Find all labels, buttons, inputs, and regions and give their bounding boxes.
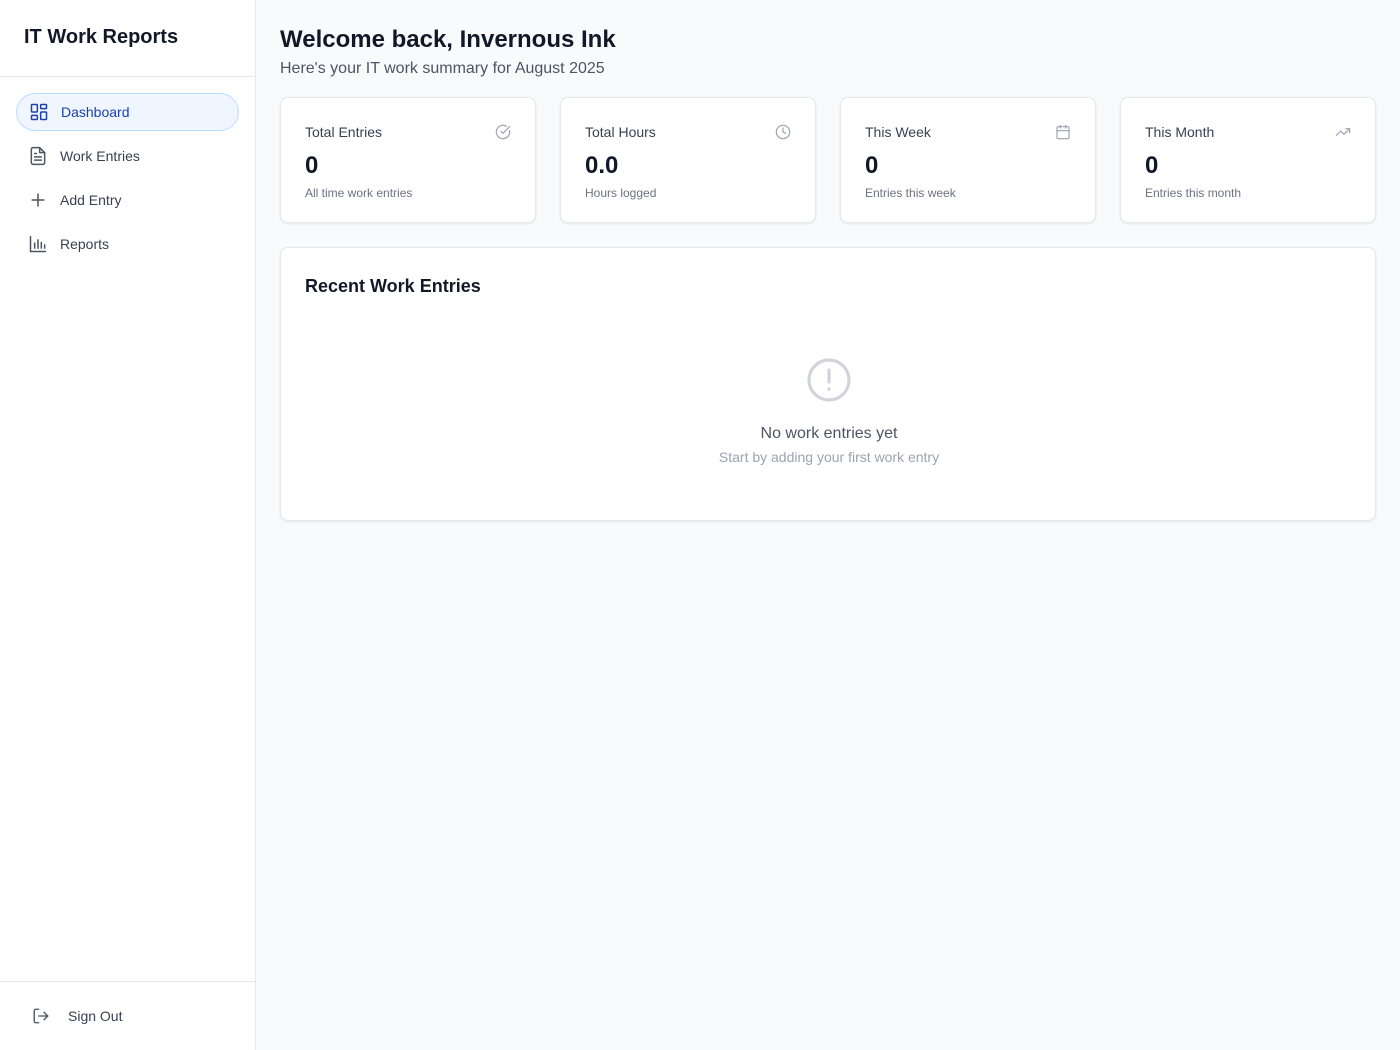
file-text-icon [28,146,48,166]
stat-card-this-week: This Week 0 Entries this week [840,97,1096,223]
check-circle-icon [495,124,511,140]
alert-circle-icon [805,356,853,409]
stat-desc: Entries this month [1145,186,1242,200]
sign-out-button[interactable]: Sign Out [32,1007,122,1025]
main-content: Welcome back, Invernous Ink Here's your … [280,0,1376,521]
stat-desc: All time work entries [305,186,413,200]
stat-title: Total Hours [585,124,656,140]
stat-value: 0 [1145,152,1159,179]
stat-desc: Entries this week [865,186,956,200]
stat-value: 0.0 [585,152,619,179]
stat-card-total-hours: Total Hours 0.0 Hours logged [560,97,816,223]
stat-desc: Hours logged [585,186,657,200]
empty-state-subtitle: Start by adding your first work entry [718,449,940,465]
bar-chart-icon [28,234,48,254]
stat-card-total-entries: Total Entries 0 All time work entries [280,97,536,223]
stat-value: 0 [865,152,879,179]
stat-card-this-month: This Month 0 Entries this month [1120,97,1376,223]
page-title: Welcome back, Invernous Ink [280,26,616,53]
plus-icon [28,190,48,210]
sidebar-item-label: Add Entry [60,192,122,208]
sidebar-item-label: Work Entries [60,148,140,164]
dashboard-icon [29,102,49,122]
recent-entries-panel: Recent Work Entries No work entries yet … [280,247,1376,521]
calendar-icon [1055,124,1071,140]
stat-title: Total Entries [305,124,383,140]
sidebar-footer: Sign Out [0,981,255,1050]
page-subtitle: Here's your IT work summary for August 2… [280,60,605,77]
stat-value: 0 [305,152,319,179]
sidebar-item-label: Dashboard [61,104,130,120]
trending-up-icon [1335,124,1351,140]
stat-title: This Month [1145,124,1215,140]
recent-entries-title: Recent Work Entries [305,276,481,296]
empty-state-title: No work entries yet [760,425,898,442]
sidebar-item-dashboard[interactable]: Dashboard [16,93,239,131]
stat-title: This Week [865,124,931,140]
empty-state: No work entries yet Start by adding your… [281,356,1377,465]
stats-cards: Total Entries 0 All time work entries To… [280,97,1376,223]
clock-icon [775,124,791,140]
sidebar-item-add-entry[interactable]: Add Entry [16,181,239,219]
sidebar-item-reports[interactable]: Reports [16,225,239,263]
sign-out-label: Sign Out [68,1008,123,1024]
sidebar-nav: Dashboard Work Entries Add Entry Reports [0,77,255,285]
sidebar: IT Work Reports Dashboard Work Entries A… [0,0,256,1050]
sidebar-item-label: Reports [60,236,110,252]
app-title: IT Work Reports [0,0,255,77]
sidebar-item-work-entries[interactable]: Work Entries [16,137,239,175]
log-out-icon [32,1007,50,1025]
